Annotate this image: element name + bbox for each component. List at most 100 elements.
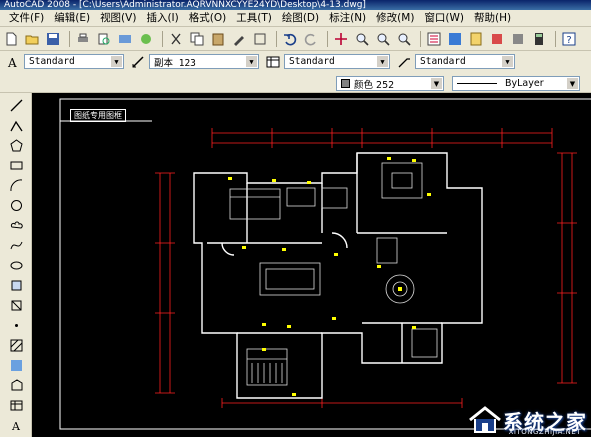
multileader-style-select[interactable]: Standard ▼	[415, 54, 515, 69]
rectangle-icon[interactable]	[10, 159, 23, 172]
title-block-frame	[59, 98, 591, 430]
menu-dimension[interactable]: 标注(N)	[324, 10, 371, 27]
revision-cloud-icon[interactable]	[10, 219, 23, 232]
spline-icon[interactable]	[10, 239, 23, 252]
menu-window[interactable]: 窗口(W)	[419, 10, 469, 27]
standard-toolbar: ?	[0, 27, 591, 51]
undo-icon[interactable]	[281, 30, 299, 48]
linetype-value: ByLayer	[505, 78, 544, 89]
help-icon[interactable]: ?	[560, 30, 578, 48]
paste-icon[interactable]	[209, 30, 227, 48]
drawing-canvas[interactable]: 图纸专用图框 系统之家 XITONGZHIJIA.NET	[32, 93, 591, 437]
menu-view[interactable]: 视图(V)	[95, 10, 141, 27]
text-style-icon[interactable]: A	[5, 54, 21, 70]
zoom-realtime-icon[interactable]	[353, 30, 371, 48]
design-center-icon[interactable]	[446, 30, 464, 48]
chevron-down-icon[interactable]: ▼	[246, 56, 257, 67]
window-title: AutoCAD 2008 - [C:\Users\Administrator.A…	[0, 0, 591, 10]
menu-edit[interactable]: 编辑(E)	[49, 10, 95, 27]
menu-format[interactable]: 格式(O)	[184, 10, 231, 27]
dim-style-icon[interactable]	[130, 54, 146, 70]
multiline-text-icon[interactable]: A	[10, 419, 23, 433]
make-block-icon[interactable]	[10, 299, 23, 312]
zoom-window-icon[interactable]	[374, 30, 392, 48]
toolbar-separator	[327, 30, 328, 47]
redo-icon[interactable]	[302, 30, 320, 48]
arc-icon[interactable]	[10, 179, 23, 192]
menu-tools[interactable]: 工具(T)	[231, 10, 277, 27]
toolbar-separator	[276, 30, 277, 47]
pan-icon[interactable]	[332, 30, 350, 48]
line-icon[interactable]	[10, 99, 23, 112]
publish-icon[interactable]	[116, 30, 134, 48]
print-icon[interactable]	[74, 30, 92, 48]
menu-insert[interactable]: 插入(I)	[141, 10, 183, 27]
properties-toolbar: 颜色 252 ▼ ByLayer ▼	[0, 73, 591, 93]
save-icon[interactable]	[44, 30, 62, 48]
print-preview-icon[interactable]	[95, 30, 113, 48]
table-style-icon[interactable]	[265, 54, 281, 70]
chevron-down-icon[interactable]: ▼	[502, 56, 513, 67]
linetype-select[interactable]: ByLayer ▼	[452, 76, 580, 91]
point-icon[interactable]	[10, 319, 23, 332]
sheet-set-icon[interactable]	[488, 30, 506, 48]
electrical-markers	[228, 157, 431, 396]
insert-block-icon[interactable]	[10, 279, 23, 292]
toolbar-separator	[555, 30, 556, 47]
text-style-select[interactable]: Standard ▼	[24, 54, 124, 69]
menu-draw[interactable]: 绘图(D)	[277, 10, 324, 27]
chevron-down-icon[interactable]: ▼	[377, 56, 388, 67]
calculator-icon[interactable]	[530, 30, 548, 48]
new-file-icon[interactable]	[2, 30, 20, 48]
watermark: 系统之家 XITONGZHIJIA.NET	[467, 405, 587, 436]
toolbar-separator	[420, 30, 421, 47]
tool-palettes-icon[interactable]	[467, 30, 485, 48]
dwf-icon[interactable]	[137, 30, 155, 48]
menu-modify[interactable]: 修改(M)	[371, 10, 419, 27]
svg-text:A: A	[7, 56, 17, 69]
chevron-down-icon[interactable]: ▼	[111, 56, 122, 67]
multileader-style-icon[interactable]	[396, 54, 412, 70]
dimension-lines	[155, 128, 577, 408]
house-logo-icon	[469, 406, 501, 433]
circle-icon[interactable]	[10, 199, 23, 212]
menu-file[interactable]: 文件(F)	[4, 10, 49, 27]
polygon-icon[interactable]	[10, 139, 23, 152]
ellipse-icon[interactable]	[10, 259, 23, 272]
styles-toolbar: A Standard ▼ 副本 123 ▼ Standard ▼ Standar…	[0, 52, 591, 71]
linetype-preview	[457, 83, 497, 84]
draw-toolbar: A	[0, 93, 32, 437]
copy-icon[interactable]	[188, 30, 206, 48]
chevron-down-icon[interactable]: ▼	[431, 78, 442, 89]
multileader-style-value: Standard	[420, 56, 466, 67]
block-editor-icon[interactable]	[251, 30, 269, 48]
color-value: 颜色 252	[354, 79, 395, 91]
table-icon[interactable]	[10, 399, 23, 412]
text-style-value: Standard	[29, 56, 75, 67]
gradient-icon[interactable]	[10, 359, 23, 372]
hatch-icon[interactable]	[10, 339, 23, 352]
markup-icon[interactable]	[509, 30, 527, 48]
toolbar-separator	[162, 30, 163, 47]
zoom-previous-icon[interactable]	[395, 30, 413, 48]
polyline-icon[interactable]	[10, 119, 23, 132]
watermark-url: XITONGZHIJIA.NET	[508, 428, 581, 436]
furniture	[229, 162, 438, 386]
menu-bar: 文件(F) 编辑(E) 视图(V) 插入(I) 格式(O) 工具(T) 绘图(D…	[0, 10, 591, 27]
match-properties-icon[interactable]	[230, 30, 248, 48]
chevron-down-icon[interactable]: ▼	[567, 78, 578, 89]
table-style-value: Standard	[289, 56, 335, 67]
open-folder-icon[interactable]	[23, 30, 41, 48]
svg-text:A: A	[11, 420, 21, 432]
floor-plan-drawing	[59, 98, 591, 430]
region-icon[interactable]	[10, 379, 23, 392]
table-style-select[interactable]: Standard ▼	[284, 54, 390, 69]
menu-help[interactable]: 帮助(H)	[469, 10, 516, 27]
cut-icon[interactable]	[167, 30, 185, 48]
svg-text:?: ?	[566, 35, 571, 46]
color-select[interactable]: 颜色 252 ▼	[336, 76, 444, 91]
dim-style-value: 副本 123	[154, 57, 196, 69]
properties-icon[interactable]	[425, 30, 443, 48]
dim-style-select[interactable]: 副本 123 ▼	[149, 54, 259, 69]
toolbar-separator	[69, 30, 70, 47]
